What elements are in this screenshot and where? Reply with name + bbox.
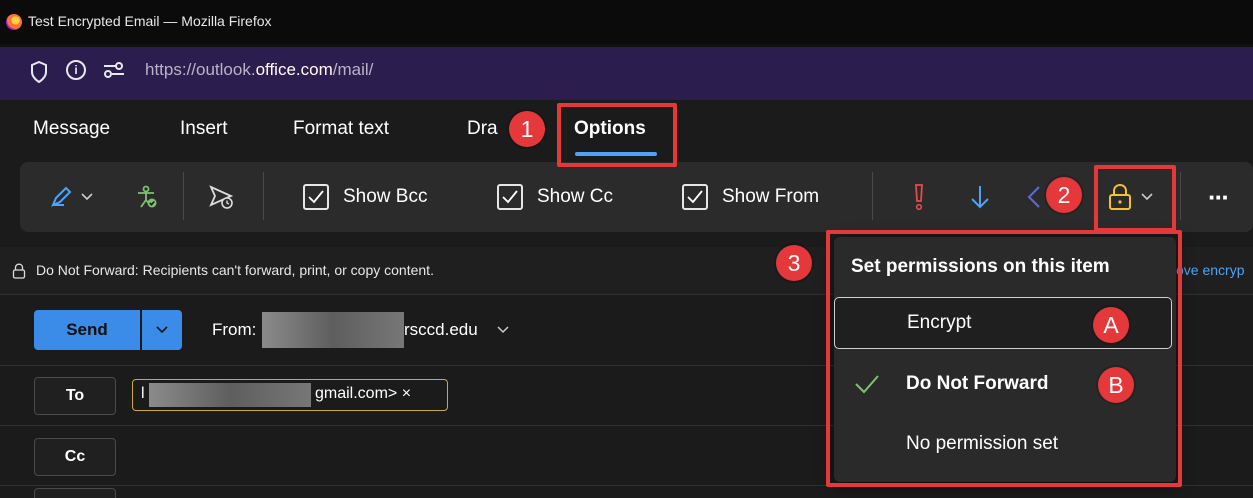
tab-draw[interactable]: Dra — [467, 118, 498, 140]
show-from-toggle[interactable]: Show From — [682, 162, 819, 232]
chevron-down-icon — [156, 326, 168, 334]
from-label: From: — [212, 320, 257, 339]
from-address[interactable]: rsccd.edu — [404, 320, 478, 340]
annotation-step-3: 3 — [776, 245, 812, 281]
show-bcc-label: Show Bcc — [343, 186, 428, 207]
tab-message[interactable]: Message — [33, 118, 110, 140]
ribbon-separator — [872, 172, 873, 220]
pen-icon — [51, 186, 72, 207]
bcc-button[interactable] — [34, 488, 116, 498]
sensitivity-button[interactable] — [1025, 162, 1041, 232]
delay-delivery-button[interactable] — [208, 162, 234, 232]
ribbon-separator — [183, 172, 184, 220]
firefox-logo-icon — [6, 14, 22, 30]
recipient-text: gmail.com> × — [315, 385, 412, 402]
annotation-step-2: 2 — [1046, 177, 1082, 213]
tab-format-text[interactable]: Format text — [293, 118, 389, 140]
exclamation-icon — [915, 184, 923, 211]
annotation-label-b: B — [1098, 367, 1134, 403]
more-options-button[interactable]: ··· — [1208, 162, 1230, 232]
protection-info-text: Do Not Forward: Recipients can't forward… — [36, 262, 434, 278]
show-cc-checkbox[interactable] — [497, 184, 523, 210]
show-bcc-toggle[interactable]: Show Bcc — [303, 162, 427, 232]
more-icon: ··· — [1208, 181, 1230, 212]
show-bcc-checkbox[interactable] — [303, 184, 329, 210]
window-title: Test Encrypted Email — Mozilla Firefox — [28, 13, 272, 29]
redacted-recipient — [149, 383, 311, 407]
chevron-down-icon — [81, 193, 93, 201]
chevron-down-icon[interactable] — [497, 326, 509, 334]
site-info-icon[interactable]: i — [66, 60, 86, 80]
arrow-down-icon — [971, 186, 989, 209]
tab-insert[interactable]: Insert — [180, 118, 228, 140]
recipient-initial: l — [141, 385, 145, 402]
high-importance-button[interactable] — [912, 162, 926, 232]
redacted-sender — [262, 312, 404, 348]
send-options-button[interactable] — [142, 310, 182, 350]
recipient-chip[interactable]: l gmail.com> × — [132, 379, 448, 411]
tag-icon — [1027, 186, 1040, 208]
theme-button[interactable] — [50, 162, 94, 232]
checkmark-icon — [502, 190, 518, 204]
checkmark-icon — [687, 190, 703, 204]
send-button[interactable]: Send — [34, 310, 140, 350]
accessibility-check-icon — [138, 185, 157, 208]
annotation-step-1: 1 — [509, 111, 545, 147]
cc-button[interactable]: Cc — [34, 438, 116, 476]
permissions-icon[interactable] — [103, 61, 125, 79]
show-from-checkbox[interactable] — [682, 184, 708, 210]
annotation-label-a: A — [1093, 307, 1129, 343]
ribbon-separator — [1180, 172, 1181, 220]
send-clock-icon — [209, 185, 234, 209]
annotation-box-encrypt-button — [1094, 165, 1176, 232]
accessibility-checker-button[interactable] — [134, 162, 158, 232]
address-bar: i https://outlook.office.com/mail/ — [0, 44, 1253, 100]
checkmark-icon — [308, 190, 324, 204]
to-button[interactable]: To — [34, 377, 116, 415]
window-titlebar: Test Encrypted Email — Mozilla Firefox — [0, 0, 1253, 44]
shield-icon[interactable] — [30, 61, 48, 83]
low-importance-button[interactable] — [970, 162, 990, 232]
annotation-box-options-tab — [557, 103, 677, 167]
annotation-box-permissions-menu — [826, 230, 1182, 487]
lock-icon — [12, 263, 26, 279]
url-text[interactable]: https://outlook.office.com/mail/ — [145, 60, 373, 80]
show-from-label: Show From — [722, 186, 820, 207]
show-cc-label: Show Cc — [537, 186, 614, 207]
remove-encryption-link[interactable]: ove encryp — [1176, 262, 1244, 278]
ribbon-separator — [263, 172, 264, 220]
remove-recipient-icon[interactable]: × — [402, 385, 411, 402]
show-cc-toggle[interactable]: Show Cc — [497, 162, 613, 232]
